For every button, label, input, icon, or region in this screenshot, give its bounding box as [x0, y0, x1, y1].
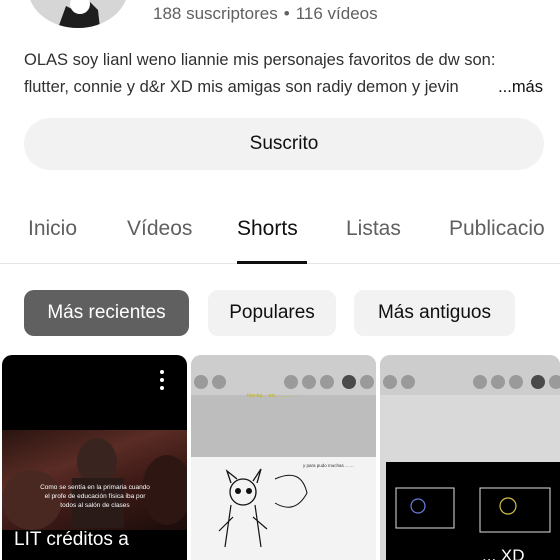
chip-mas-recientes[interactable]: Más recientes	[24, 290, 189, 336]
channel-avatar[interactable]	[28, 0, 128, 28]
short-2-hand-text: y para pudo muchas ... ...	[303, 463, 354, 468]
channel-description[interactable]: OLAS soy lianl weno liannie mis personaj…	[24, 47, 546, 101]
description-line-2-wrap: flutter, connie y d&r XD mis amigas son …	[24, 74, 546, 101]
tab-shorts[interactable]: Shorts	[237, 217, 298, 241]
channel-tabs: Inicio Vídeos Shorts Listas Publicacio	[0, 206, 560, 264]
short-2-canvas-top	[191, 395, 376, 457]
short-2-canvas-bottom	[191, 457, 376, 560]
active-tab-indicator	[237, 261, 307, 264]
stats-separator: •	[283, 4, 290, 23]
subscriber-count: 188 suscriptores	[153, 4, 278, 23]
tab-inicio[interactable]: Inicio	[28, 217, 77, 241]
short-3-thumbnail	[386, 462, 560, 560]
short-2-yellow-text: fan-tui... en... ... ... ...	[247, 393, 298, 399]
subscribed-button[interactable]: Suscrito	[24, 118, 544, 170]
chip-mas-antiguos[interactable]: Más antiguos	[354, 290, 515, 336]
short-1-thumbnail	[2, 430, 187, 530]
chip-populares[interactable]: Populares	[208, 290, 336, 336]
short-3-toolbar	[380, 355, 560, 395]
short-1-title: LIT créditos a	[14, 529, 129, 550]
tab-listas[interactable]: Listas	[346, 217, 401, 241]
short-card-3[interactable]: ... XD	[380, 355, 560, 560]
short-card-1[interactable]: Como se sentía en la primaria cuando el …	[2, 355, 187, 560]
more-vert-icon[interactable]	[159, 370, 165, 394]
short-card-2[interactable]: fan-tui... en... ... ... ... y para pudo…	[191, 355, 376, 560]
video-count: 116 vídeos	[295, 4, 378, 23]
description-line-2: flutter, connie y d&r XD mis amigas son …	[24, 78, 459, 96]
short-3-caption: ... XD	[482, 546, 525, 560]
description-line-1: OLAS soy lianl weno liannie mis personaj…	[24, 51, 496, 69]
tab-publicaciones[interactable]: Publicacio	[449, 217, 545, 241]
short-1-caption: Como se sentía en la primaria cuando el …	[40, 484, 150, 509]
more-link[interactable]: ...más	[486, 74, 543, 101]
short-2-toolbar	[191, 355, 376, 395]
channel-stats: 188 suscriptores • 116 vídeos	[153, 4, 378, 24]
tab-videos[interactable]: Vídeos	[127, 217, 192, 241]
